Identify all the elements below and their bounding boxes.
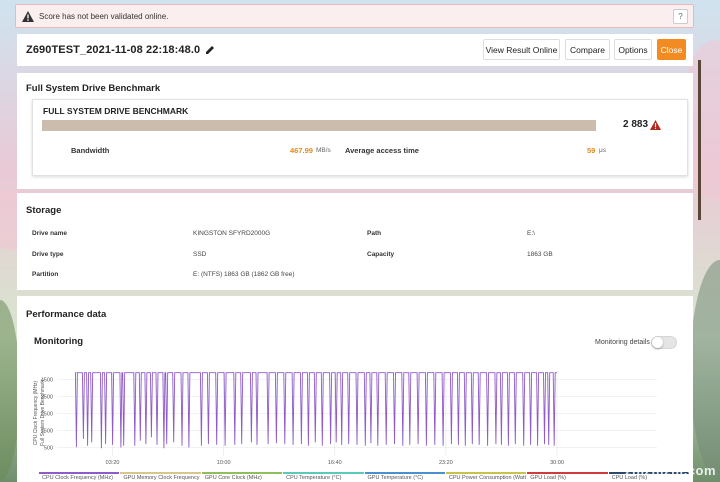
legend-label: GPU Memory Clock Frequency (MHz) (123, 475, 200, 481)
path-label: Path (367, 230, 382, 237)
legend-label: CPU Temperature (°C) (286, 475, 342, 481)
capacity-value: 1863 GB (527, 251, 553, 258)
warning-message: Score has not been validated online. (39, 11, 169, 21)
watermark-text: zhizhizhi.com (625, 463, 716, 478)
legend-label: GPU Load (%) (530, 475, 567, 481)
benchmark-section-title: Full System Drive Benchmark (26, 83, 161, 94)
legend-item[interactable]: GPU Temperature (°C) (364, 472, 445, 482)
compare-button[interactable]: Compare (565, 39, 610, 60)
score-warning-icon (650, 120, 661, 130)
benchmark-panel: Full System Drive Benchmark FULL SYSTEM … (17, 73, 693, 189)
legend-item[interactable]: CPU Temperature (°C) (283, 472, 364, 482)
legend-swatch (120, 472, 201, 474)
monitoring-chart: 450035002500150050003:20 10:00 16:40 23:20 3… (33, 371, 657, 466)
bandwidth-value: 467.99 (290, 146, 313, 155)
legend-swatch (283, 472, 364, 474)
legend-item[interactable]: CPU Clock Frequency (MHz) (39, 472, 120, 482)
options-button[interactable]: Options (614, 39, 652, 60)
performance-panel: Performance data Monitoring Monitoring d… (17, 296, 693, 482)
x-tick-label: 10:00 (217, 460, 231, 466)
benchmark-card-title: FULL SYSTEM DRIVE BENCHMARK (43, 106, 189, 116)
legend-swatch (364, 472, 445, 474)
legend-item[interactable]: GPU Core Clock (MHz) (201, 472, 283, 482)
legend-swatch (445, 472, 527, 474)
legend-label: CPU Clock Frequency (MHz) (42, 475, 113, 481)
result-header: Z690TEST_2021-11-08 22:18:48.0 View Resu… (17, 34, 693, 66)
x-tick-label: 30:00 (550, 460, 564, 466)
y-axis-label: CPU Clock Frequency (MHz) (33, 380, 39, 445)
series-line-cpu-clock (74, 372, 557, 449)
y-axis-label-secondary: Full System Drive Benchmark (40, 380, 46, 446)
help-button[interactable]: ? (673, 9, 688, 24)
bandwidth-unit: MB/s (316, 147, 331, 154)
validation-warning-banner: Score has not been validated online. ? (15, 4, 694, 28)
bandwidth-label: Bandwidth (71, 146, 110, 155)
drive-type-value: SSD (193, 251, 207, 258)
legend-item[interactable]: GPU Load (%) (527, 472, 608, 482)
warning-icon (22, 10, 34, 22)
legend-swatch (39, 472, 120, 474)
path-value: E:\ (527, 230, 535, 237)
view-result-online-button[interactable]: View Result Online (483, 39, 560, 60)
drive-name-label: Drive name (32, 230, 68, 237)
edit-pencil-icon[interactable] (205, 45, 215, 55)
capacity-label: Capacity (367, 251, 395, 258)
legend-label: GPU Temperature (°C) (367, 475, 424, 481)
legend-item[interactable]: CPU Power Consumption (Watts) (445, 472, 527, 482)
result-title: Z690TEST_2021-11-08 22:18:48.0 (26, 44, 201, 56)
score-bar (42, 120, 596, 131)
legend-label: GPU Core Clock (MHz) (204, 475, 262, 481)
legend-swatch (201, 472, 283, 474)
access-time-label: Average access time (345, 146, 419, 155)
storage-section-title: Storage (26, 205, 62, 216)
benchmark-card: FULL SYSTEM DRIVE BENCHMARK 2 883 Bandwi… (32, 99, 688, 176)
drive-type-label: Drive type (32, 251, 64, 258)
partition-value: E: (NTFS) 1863 GB (1862 GB free) (193, 271, 295, 278)
x-tick-label: 23:20 (439, 460, 453, 466)
legend-item[interactable]: GPU Memory Clock Frequency (MHz) (120, 472, 201, 482)
x-tick-label: 16:40 (328, 460, 342, 466)
access-time-value: 59 (587, 146, 596, 155)
access-time-unit: μs (599, 147, 606, 154)
close-button[interactable]: Close (657, 39, 686, 60)
chart-legend: CPU Clock Frequency (MHz) GPU Memory Cloc… (39, 472, 689, 482)
x-tick-label: 03:20 (106, 460, 120, 466)
drive-name-value: KINGSTON SFYRD2000G (193, 230, 271, 237)
legend-swatch (527, 472, 608, 474)
legend-label: CPU Power Consumption (Watts) (448, 475, 527, 481)
storage-panel: Storage Drive name KINGSTON SFYRD2000G P… (17, 193, 693, 290)
partition-label: Partition (32, 271, 59, 278)
benchmark-score: 2 883 (623, 119, 649, 130)
